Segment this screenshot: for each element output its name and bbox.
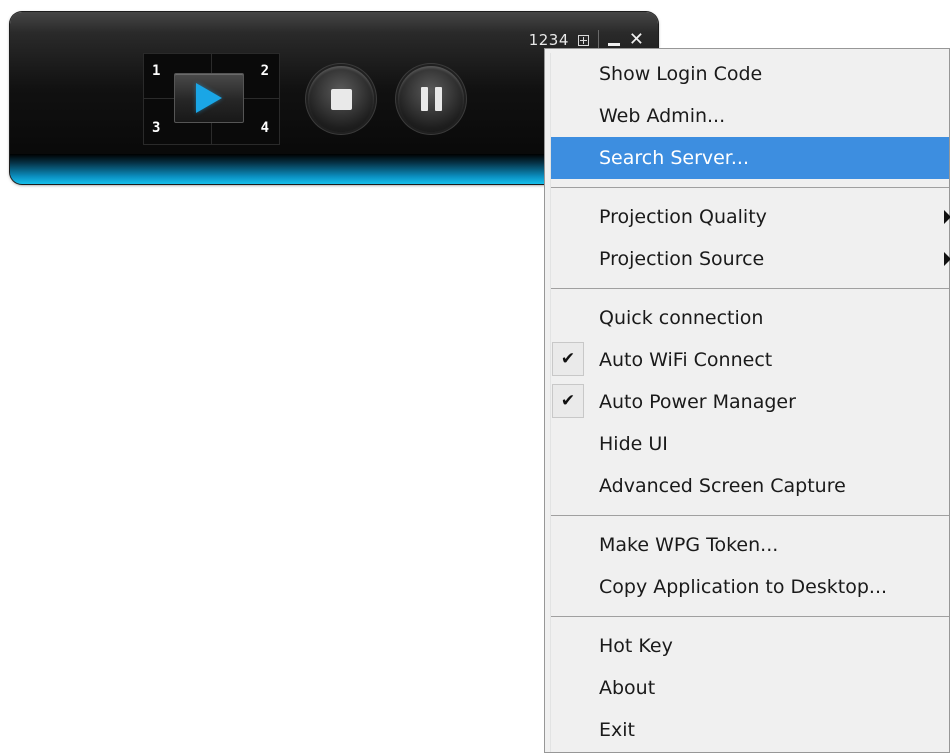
- menu-item-advanced-screen-capture[interactable]: Advanced Screen Capture: [545, 465, 949, 507]
- stop-icon: [330, 88, 352, 110]
- menu-separator: [551, 187, 949, 188]
- submenu-arrow-icon: [944, 210, 950, 224]
- layout-grid-icon[interactable]: [577, 34, 589, 46]
- menu-item-label: About: [599, 677, 656, 699]
- menu-item-about[interactable]: About: [545, 667, 949, 709]
- submenu-arrow-icon: [944, 252, 950, 266]
- menu-item-label: Web Admin...: [599, 105, 726, 127]
- menu-item-show-login-code[interactable]: Show Login Code: [545, 53, 949, 95]
- menu-item-search-server[interactable]: Search Server...: [551, 137, 949, 179]
- menu-item-label: Projection Source: [599, 248, 765, 270]
- menu-item-projection-quality[interactable]: Projection Quality: [545, 196, 950, 238]
- quadrant-4-label[interactable]: 4: [261, 120, 269, 136]
- pause-icon: [420, 87, 442, 111]
- quadrant-3-label[interactable]: 3: [152, 120, 160, 136]
- quadrant-2-label[interactable]: 2: [261, 63, 269, 79]
- checkmark-icon: ✔: [560, 390, 576, 411]
- menu-item-label: Auto Power Manager: [599, 391, 796, 413]
- menu-item-exit[interactable]: Exit: [545, 709, 949, 751]
- menu-item-copy-application-to-desktop[interactable]: Copy Application to Desktop...: [545, 566, 949, 608]
- menu-item-auto-wifi-connect[interactable]: ✔ Auto WiFi Connect: [545, 339, 949, 381]
- close-icon[interactable]: ✕: [629, 31, 644, 49]
- title-bar-separator: [597, 30, 599, 50]
- menu-item-label: Projection Quality: [599, 206, 767, 228]
- menu-item-quick-connection[interactable]: Quick connection: [545, 297, 949, 339]
- menu-separator: [551, 515, 949, 516]
- play-icon: [196, 83, 222, 113]
- quadrant-1-label[interactable]: 1: [152, 63, 160, 79]
- menu-item-label: Hot Key: [599, 635, 673, 657]
- stop-button[interactable]: [308, 66, 374, 132]
- checkmark-icon: ✔: [560, 348, 576, 369]
- menu-item-label: Hide UI: [599, 433, 668, 455]
- check-box: ✔: [552, 384, 584, 418]
- pause-button[interactable]: [398, 66, 464, 132]
- login-code: 1234: [528, 31, 569, 49]
- menu-item-hot-key[interactable]: Hot Key: [545, 625, 949, 667]
- minimize-icon[interactable]: [607, 42, 620, 46]
- menu-item-hide-ui[interactable]: Hide UI: [545, 423, 949, 465]
- menu-item-label: Quick connection: [599, 307, 764, 329]
- context-menu: Show Login Code Web Admin... Search Server…: [544, 48, 950, 753]
- menu-item-label: Search Server...: [599, 147, 749, 169]
- menu-item-auto-power-manager[interactable]: ✔ Auto Power Manager: [545, 381, 949, 423]
- menu-item-label: Auto WiFi Connect: [599, 349, 773, 371]
- menu-item-make-wpg-token[interactable]: Make WPG Token...: [545, 524, 949, 566]
- menu-item-label: Exit: [599, 719, 635, 741]
- menu-item-projection-source[interactable]: Projection Source: [545, 238, 950, 280]
- menu-item-label: Advanced Screen Capture: [599, 475, 846, 497]
- check-box: ✔: [552, 342, 584, 376]
- menu-item-label: Copy Application to Desktop...: [599, 576, 888, 598]
- menu-item-label: Make WPG Token...: [599, 534, 779, 556]
- menu-item-label: Show Login Code: [599, 63, 763, 85]
- menu-separator: [551, 616, 949, 617]
- menu-separator: [551, 288, 949, 289]
- play-button[interactable]: [174, 73, 244, 123]
- menu-item-web-admin[interactable]: Web Admin...: [545, 95, 949, 137]
